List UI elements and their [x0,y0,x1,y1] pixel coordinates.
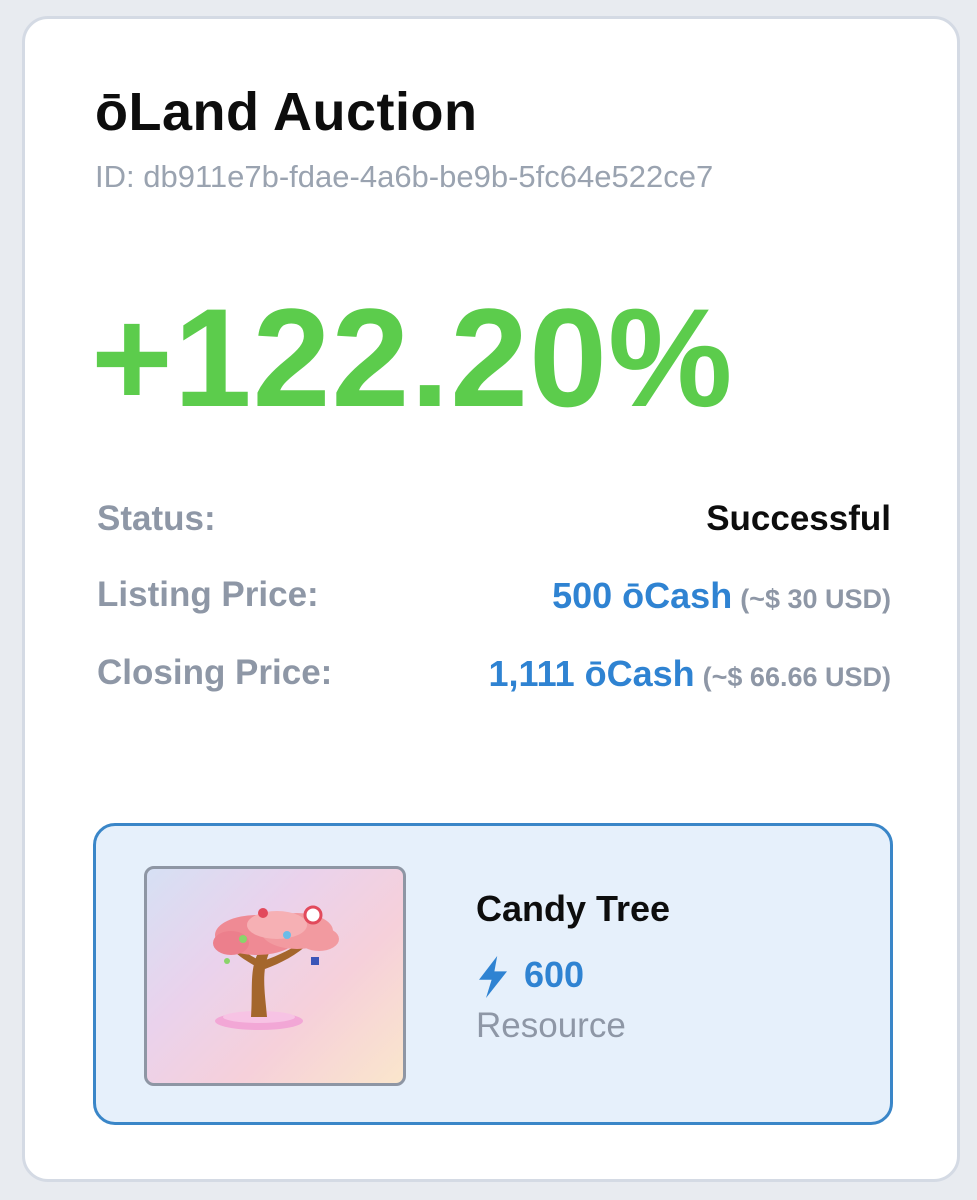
closing-price-value: 1,111 ōCash (~$ 66.66 USD) [489,653,891,695]
closing-price-amount: 1,111 ōCash [488,653,695,694]
listing-price-usd: (~$ 30 USD) [740,584,891,614]
auction-title: ōLand Auction [95,82,478,142]
closing-price-row: Closing Price: 1,111 ōCash (~$ 66.66 USD) [97,653,891,703]
candy-tree-image [213,905,339,1030]
item-power-value: 600 [524,954,585,995]
listing-price-label: Listing Price: [97,575,319,614]
auction-item[interactable]: Candy Tree 600 Resource [93,823,893,1125]
closing-price-label: Closing Price: [97,653,333,692]
item-name: Candy Tree [476,888,671,929]
auction-card: ōLand Auction ID: db911e7b-fdae-4a6b-be9… [22,16,960,1182]
listing-price-amount: 500 ōCash [552,575,733,616]
status-row: Status: Successful [97,499,891,549]
price-change-percent: +122.20% [91,279,734,436]
auction-id: ID: db911e7b-fdae-4a6b-be9b-5fc64e522ce7 [95,159,714,194]
listing-price-row: Listing Price: 500 ōCash (~$ 30 USD) [97,575,891,625]
item-type: Resource [476,1006,626,1045]
status-label: Status: [97,499,216,538]
status-value: Successful [706,499,891,538]
listing-price-value: 500 ōCash (~$ 30 USD) [552,575,891,617]
item-image [144,866,406,1086]
lightning-bolt-icon [479,956,507,998]
closing-price-usd: (~$ 66.66 USD) [702,662,891,692]
